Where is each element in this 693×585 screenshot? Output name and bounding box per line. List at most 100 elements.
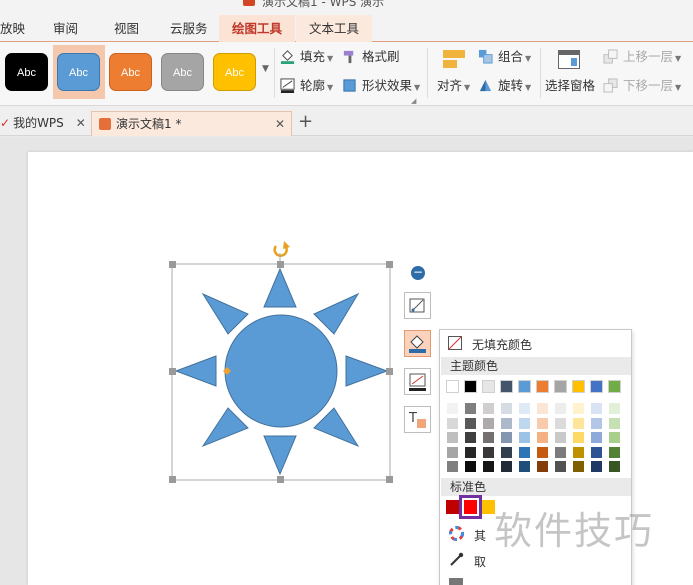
theme-shade-swatch[interactable] <box>518 460 531 473</box>
theme-color-swatch[interactable] <box>518 380 531 393</box>
presentation-file-icon <box>99 118 111 130</box>
rotate-button[interactable]: 旋转 ▼ <box>478 76 531 96</box>
tab-drawing-tools[interactable]: 绘图工具 <box>219 15 295 42</box>
theme-shade-swatch[interactable] <box>608 416 621 430</box>
theme-shade-swatch[interactable] <box>608 431 621 444</box>
theme-shade-swatch[interactable] <box>554 460 567 473</box>
theme-shade-swatch[interactable] <box>608 460 621 473</box>
theme-shade-swatch[interactable] <box>554 402 567 415</box>
theme-shade-swatch[interactable] <box>464 416 477 430</box>
style-gallery-more-icon[interactable]: ▼ <box>262 64 269 74</box>
theme-shade-swatch[interactable] <box>536 402 549 415</box>
sun-shape[interactable] <box>160 236 400 496</box>
theme-shade-swatch[interactable] <box>572 460 585 473</box>
tab-view[interactable]: 视图 <box>114 15 154 42</box>
format-painter-button[interactable]: 格式刷 <box>342 47 400 67</box>
theme-shade-swatch[interactable] <box>500 445 513 459</box>
theme-shade-swatch[interactable] <box>482 416 495 430</box>
tab-my-wps[interactable]: ✓ 我的WPS ✕ <box>0 111 88 136</box>
theme-shade-swatch[interactable] <box>446 416 459 430</box>
theme-shade-swatch[interactable] <box>500 460 513 473</box>
theme-shade-swatch[interactable] <box>590 460 603 473</box>
tab-review[interactable]: 审阅 <box>53 15 93 42</box>
theme-shade-swatch[interactable] <box>464 445 477 459</box>
theme-shade-swatch[interactable] <box>518 416 531 430</box>
theme-shade-swatch[interactable] <box>590 445 603 459</box>
theme-shade-swatch[interactable] <box>518 402 531 415</box>
standard-color-red-swatch-selected[interactable] <box>459 495 482 519</box>
theme-color-swatch[interactable] <box>590 380 603 393</box>
style-preset-gray[interactable]: Abc <box>161 53 204 91</box>
dialog-launcher-icon[interactable]: ◢ <box>411 97 416 105</box>
theme-shade-swatch[interactable] <box>446 460 459 473</box>
style-preset-black[interactable]: Abc <box>5 53 48 91</box>
wps-logo-icon: ✓ <box>0 116 11 130</box>
style-preset-blue[interactable]: Abc <box>57 53 100 91</box>
theme-shade-swatch[interactable] <box>554 416 567 430</box>
send-backward-button[interactable]: 下移一层 ▼ <box>603 76 681 96</box>
group-button[interactable]: 组合 ▼ <box>478 47 531 67</box>
theme-shade-swatch[interactable] <box>608 402 621 415</box>
theme-shade-swatch[interactable] <box>464 431 477 444</box>
tab-document-1[interactable]: 演示文稿1 * ✕ <box>91 111 292 136</box>
theme-shade-swatch[interactable] <box>536 431 549 444</box>
theme-shade-swatch[interactable] <box>572 431 585 444</box>
style-preset-orange[interactable]: Abc <box>109 53 152 91</box>
no-fill-option[interactable]: 无填充颜色 <box>441 331 631 355</box>
theme-shade-swatch[interactable] <box>446 445 459 459</box>
collapse-icon[interactable]: − <box>411 266 425 280</box>
theme-shade-swatch[interactable] <box>464 460 477 473</box>
theme-shade-swatch[interactable] <box>500 402 513 415</box>
theme-shade-swatch[interactable] <box>608 445 621 459</box>
theme-color-swatch[interactable] <box>446 380 459 393</box>
theme-shade-swatch[interactable] <box>590 431 603 444</box>
bring-forward-button[interactable]: 上移一层 ▼ <box>603 47 681 67</box>
theme-shade-swatch[interactable] <box>518 431 531 444</box>
selection-pane-button[interactable]: 选择窗格 <box>545 76 595 96</box>
theme-shade-swatch[interactable] <box>446 431 459 444</box>
theme-color-swatch[interactable] <box>482 380 495 393</box>
tab-cloud-service[interactable]: 云服务 <box>170 15 220 42</box>
theme-shade-swatch[interactable] <box>554 431 567 444</box>
theme-shade-swatch[interactable] <box>572 402 585 415</box>
quick-style-button[interactable] <box>404 292 431 319</box>
theme-shade-swatch[interactable] <box>536 460 549 473</box>
theme-shade-swatch[interactable] <box>446 402 459 415</box>
close-icon[interactable]: ✕ <box>76 116 86 130</box>
theme-color-swatch[interactable] <box>572 380 585 393</box>
fill-button[interactable]: 填充 ▼ <box>280 47 333 67</box>
quick-outline-button[interactable] <box>404 368 431 395</box>
standard-color-swatch[interactable] <box>446 500 459 514</box>
theme-shade-swatch[interactable] <box>572 416 585 430</box>
theme-shade-swatch[interactable] <box>536 416 549 430</box>
theme-shade-swatch[interactable] <box>518 445 531 459</box>
theme-shade-swatch[interactable] <box>572 445 585 459</box>
rotate-handle-icon[interactable] <box>273 241 290 261</box>
new-tab-button[interactable]: + <box>298 111 313 136</box>
theme-shade-swatch[interactable] <box>590 416 603 430</box>
theme-color-swatch[interactable] <box>554 380 567 393</box>
theme-shade-swatch[interactable] <box>536 445 549 459</box>
tab-text-tools[interactable]: 文本工具 <box>296 15 372 42</box>
outline-button[interactable]: 轮廓 ▼ <box>280 76 333 96</box>
theme-shade-swatch[interactable] <box>482 431 495 444</box>
theme-shade-swatch[interactable] <box>482 445 495 459</box>
quick-text-button[interactable]: T <box>404 406 431 433</box>
theme-shade-swatch[interactable] <box>482 402 495 415</box>
tab-slideshow[interactable]: 放映 <box>0 15 40 42</box>
theme-shade-swatch[interactable] <box>464 402 477 415</box>
theme-color-swatch[interactable] <box>536 380 549 393</box>
theme-shade-swatch[interactable] <box>590 402 603 415</box>
theme-color-swatch[interactable] <box>608 380 621 393</box>
theme-shade-swatch[interactable] <box>500 431 513 444</box>
quick-fill-button[interactable] <box>404 330 431 357</box>
align-button[interactable]: 对齐 ▼ <box>437 76 470 96</box>
theme-shade-swatch[interactable] <box>482 460 495 473</box>
close-icon[interactable]: ✕ <box>275 112 285 136</box>
theme-color-swatch[interactable] <box>464 380 477 393</box>
style-preset-gold[interactable]: Abc <box>213 53 256 91</box>
theme-shade-swatch[interactable] <box>554 445 567 459</box>
theme-color-swatch[interactable] <box>500 380 513 393</box>
shape-effect-button[interactable]: 形状效果 ▼ <box>342 76 420 96</box>
theme-shade-swatch[interactable] <box>500 416 513 430</box>
